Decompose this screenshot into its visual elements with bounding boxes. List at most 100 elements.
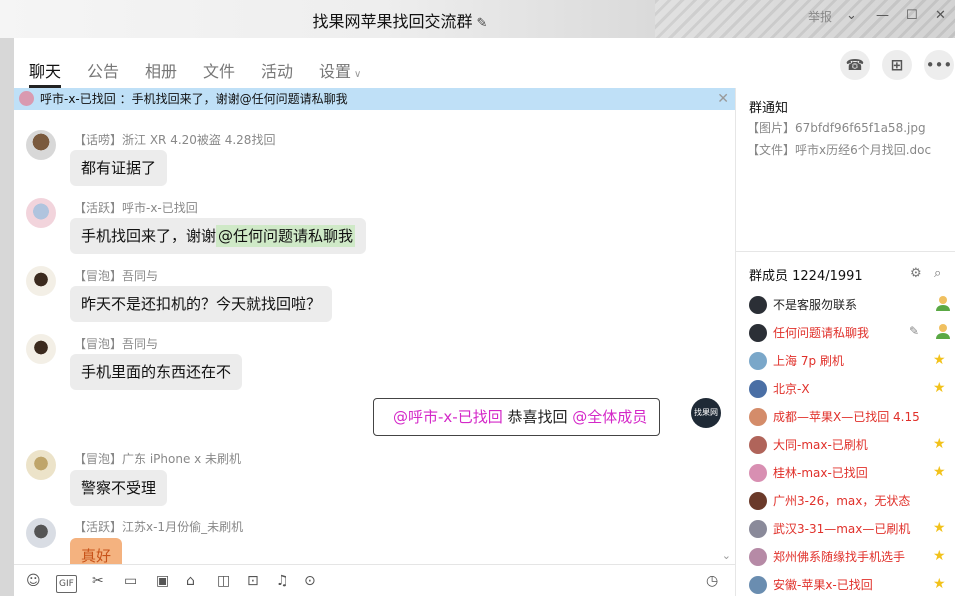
avatar[interactable] bbox=[26, 334, 56, 364]
message-bubble[interactable]: 警察不受理 bbox=[70, 470, 168, 506]
avatar[interactable] bbox=[749, 492, 767, 510]
chevron-down-icon[interactable]: ⌄ bbox=[846, 8, 857, 23]
avatar[interactable] bbox=[749, 548, 767, 566]
mention-tag[interactable]: @呼市-x-已找回 bbox=[393, 408, 503, 426]
close-icon[interactable]: ✕ bbox=[717, 88, 729, 110]
gift-icon[interactable]: ◫ bbox=[217, 573, 230, 589]
message-sender: 【话唠】浙江 XR 4.20被盗 4.28找回 bbox=[74, 133, 276, 147]
member-item[interactable]: 广州3-26，max，无状态 bbox=[736, 489, 955, 517]
avatar[interactable] bbox=[26, 198, 56, 228]
scissors-icon[interactable]: ✂ bbox=[92, 573, 104, 589]
message-bubble[interactable]: 真好 bbox=[70, 538, 123, 564]
edit-icon[interactable]: ✎ bbox=[477, 16, 488, 31]
member-item[interactable]: 桂林-max-已找回 ★ bbox=[736, 461, 955, 489]
mute-bell-icon[interactable]: ♫ bbox=[276, 573, 289, 589]
red-packet-icon[interactable]: ⊡ bbox=[247, 573, 259, 589]
star-icon: ★ bbox=[933, 576, 946, 592]
gif-icon[interactable]: GIF bbox=[56, 575, 77, 593]
member-item[interactable]: 大同-max-已刷机 ★ bbox=[736, 433, 955, 461]
search-icon[interactable]: ⌕ bbox=[934, 266, 941, 281]
avatar[interactable] bbox=[749, 324, 767, 342]
member-item[interactable]: 成都—苹果X—已找回 4.15 bbox=[736, 405, 955, 433]
avatar[interactable] bbox=[749, 296, 767, 314]
message-sender: 【活跃】呼市-x-已找回 bbox=[74, 201, 198, 215]
edit-icon[interactable]: ✎ bbox=[909, 324, 919, 338]
phone-icon: ☎ bbox=[845, 56, 865, 74]
star-icon: ★ bbox=[933, 548, 946, 564]
folder-icon[interactable]: ▭ bbox=[124, 573, 137, 589]
avatar[interactable] bbox=[26, 130, 56, 160]
member-manage-icon[interactable]: ⚙ bbox=[910, 266, 922, 281]
member-name: 上海 7p 刷机 bbox=[773, 354, 844, 368]
close-button[interactable]: ✕ bbox=[935, 8, 946, 23]
message-bubble[interactable]: 手机里面的东西还在不 bbox=[70, 354, 243, 390]
message-bubble[interactable]: 昨天不是还扣机的？今天就找回啦？ bbox=[70, 286, 333, 322]
admin-badge-icon bbox=[935, 323, 951, 344]
shop-icon[interactable]: ⌂ bbox=[186, 573, 195, 589]
mention-tag[interactable]: @任何问题请私聊我 bbox=[216, 225, 356, 247]
tab-activity[interactable]: 活动 bbox=[261, 58, 293, 82]
member-name: 安徽-苹果x-已找回 bbox=[773, 578, 873, 592]
chevron-down-icon: ∨ bbox=[354, 69, 362, 80]
add-message-button[interactable]: ⊞ bbox=[882, 50, 912, 80]
report-button[interactable]: 举报 bbox=[808, 8, 832, 25]
avatar[interactable] bbox=[749, 408, 767, 426]
tab-settings[interactable]: 设置 ∨ bbox=[319, 58, 361, 82]
star-icon: ★ bbox=[933, 520, 946, 536]
member-item[interactable]: 北京-X ★ bbox=[736, 377, 955, 405]
maximize-button[interactable]: ☐ bbox=[906, 8, 918, 23]
member-name: 武汉3-31—max—已刷机 bbox=[773, 522, 911, 536]
pinned-message-bar[interactable]: 呼市-x-已找回 ：手机找回来了，谢谢@任何问题请私聊我 ✕ bbox=[14, 88, 735, 110]
right-panel: 群通知 【图片】67bfdf96f65f1a58.jpg 【文件】呼市x历经6个… bbox=[735, 88, 955, 596]
window-title[interactable]: 找果网苹果找回交流群 ✎ bbox=[0, 8, 800, 32]
tab-files[interactable]: 文件 bbox=[203, 58, 235, 82]
avatar[interactable] bbox=[26, 266, 56, 296]
member-item[interactable]: 上海 7p 刷机 ★ bbox=[736, 349, 955, 377]
avatar[interactable]: 找果网 bbox=[691, 398, 721, 428]
message-sender: 【活跃】江苏x-1月份偷_未刷机 bbox=[74, 520, 244, 534]
tab-album[interactable]: 相册 bbox=[145, 58, 177, 82]
avatar[interactable] bbox=[749, 352, 767, 370]
chat-area[interactable]: 呼市-x-已找回 ：手机找回来了，谢谢@任何问题请私聊我 ✕ 【话唠】浙江 XR… bbox=[14, 88, 735, 564]
group-notice-title[interactable]: 群通知 bbox=[749, 97, 788, 116]
member-item[interactable]: 武汉3-31—max—已刷机 ★ bbox=[736, 517, 955, 545]
avatar[interactable] bbox=[26, 518, 56, 548]
member-name: 广州3-26，max，无状态 bbox=[773, 494, 911, 508]
input-toolbar: ☺ GIF ✂ ▭ ▣ ⌂ ◫ ⊡ ♫ ⊙ ◷ bbox=[14, 564, 735, 596]
message-sender: 【冒泡】吾同与 bbox=[74, 269, 159, 283]
star-icon: ★ bbox=[933, 436, 946, 452]
title-bar: 找果网苹果找回交流群 ✎ 举报 ⌄ — ☐ ✕ bbox=[0, 0, 955, 38]
member-name: 北京-X bbox=[773, 382, 810, 396]
outgoing-message-bubble[interactable]: @呼市-x-已找回 恭喜找回 @全体成员 bbox=[373, 398, 661, 436]
scroll-down-icon[interactable]: ⌄ bbox=[722, 549, 731, 562]
divider bbox=[736, 251, 955, 252]
notice-line[interactable]: 【图片】67bfdf96f65f1a58.jpg bbox=[747, 119, 926, 136]
member-item[interactable]: 郑州佛系随缘找手机选手 ★ bbox=[736, 545, 955, 573]
more-button[interactable]: ••• bbox=[924, 50, 954, 80]
history-clock-icon[interactable]: ◷ bbox=[706, 573, 718, 589]
avatar[interactable] bbox=[749, 520, 767, 538]
image-icon[interactable]: ▣ bbox=[156, 573, 169, 589]
avatar[interactable] bbox=[26, 450, 56, 480]
emoji-icon[interactable]: ☺ bbox=[26, 573, 41, 589]
notice-line[interactable]: 【文件】呼市x历经6个月找回.doc bbox=[747, 141, 931, 158]
tab-chat[interactable]: 聊天 bbox=[29, 58, 61, 82]
chat-plus-icon: ⊞ bbox=[890, 56, 904, 74]
member-item[interactable]: 不是客服勿联系 bbox=[736, 293, 955, 321]
star-icon: ★ bbox=[933, 352, 946, 368]
phone-call-button[interactable]: ☎ bbox=[840, 50, 870, 80]
avatar[interactable] bbox=[749, 380, 767, 398]
tab-announcement[interactable]: 公告 bbox=[87, 58, 119, 82]
mention-tag[interactable]: @全体成员 bbox=[572, 408, 647, 426]
member-name: 大同-max-已刷机 bbox=[773, 438, 868, 452]
member-name: 不是客服勿联系 bbox=[773, 298, 858, 312]
message-bubble[interactable]: 手机找回来了，谢谢 @任何问题请私聊我 bbox=[70, 218, 367, 254]
avatar[interactable] bbox=[749, 436, 767, 454]
more-options-icon[interactable]: ⊙ bbox=[304, 573, 316, 589]
member-item[interactable]: 安徽-苹果x-已找回 ★ bbox=[736, 573, 955, 596]
message-bubble[interactable]: 都有证据了 bbox=[70, 150, 168, 186]
minimize-button[interactable]: — bbox=[876, 8, 889, 23]
member-item[interactable]: 任何问题请私聊我 ✎ bbox=[736, 321, 955, 349]
avatar[interactable] bbox=[749, 464, 767, 482]
avatar[interactable] bbox=[749, 576, 767, 594]
